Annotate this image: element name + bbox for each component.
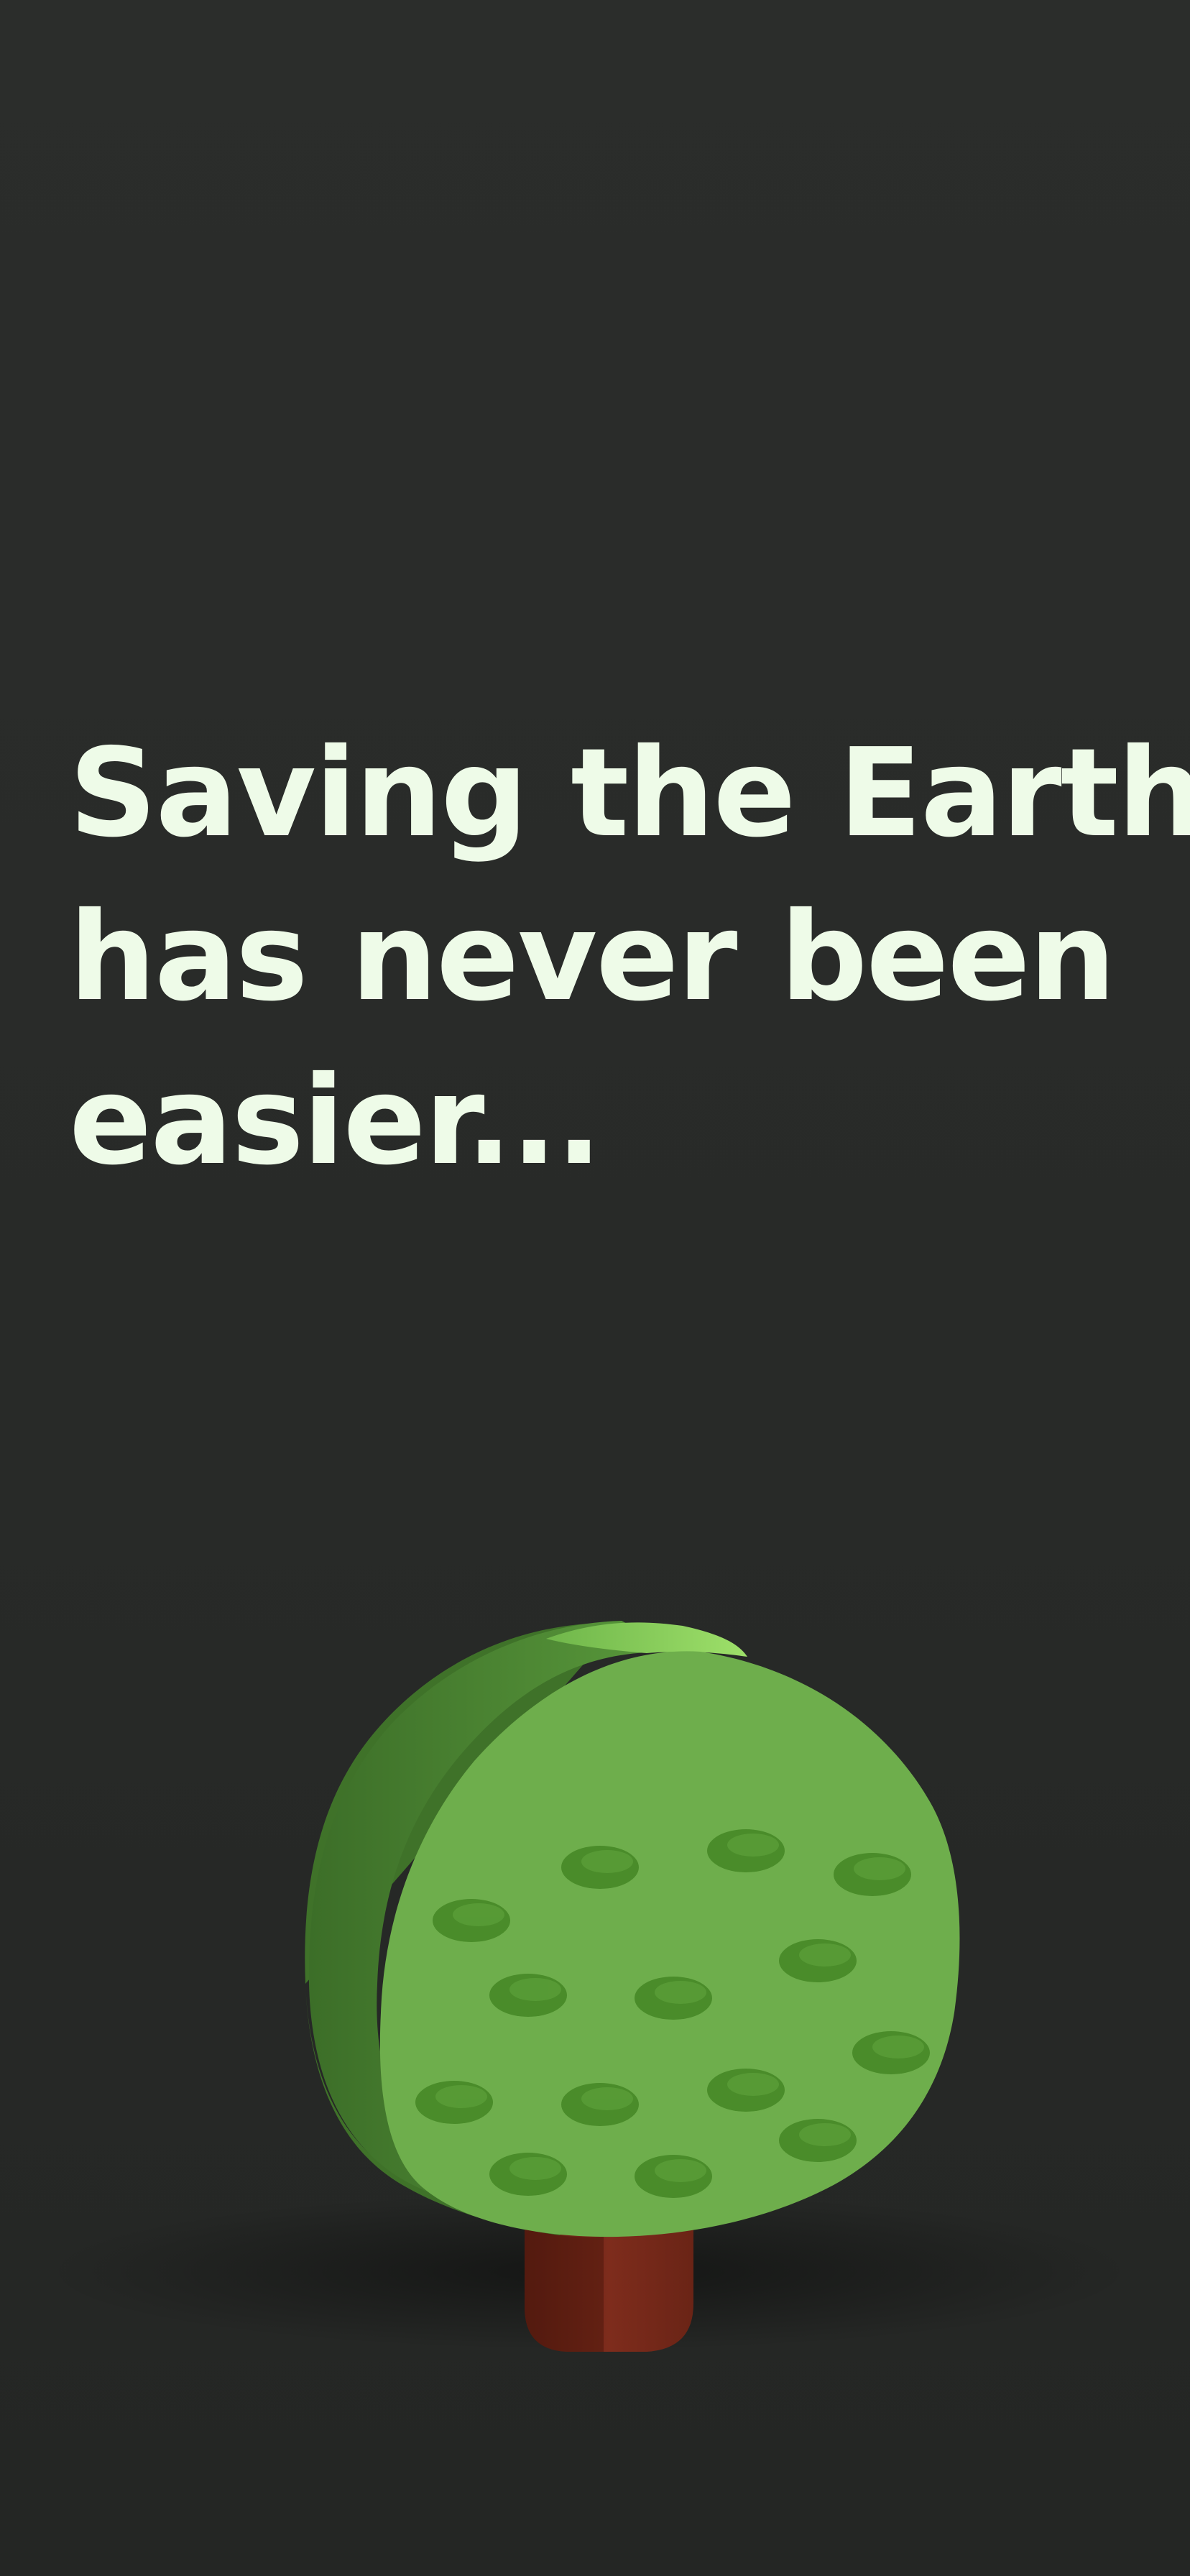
headline-line-1: Saving the Earth: [69, 722, 1190, 865]
onboarding-headline: Saving the Earth has never been easier..…: [69, 712, 1190, 1203]
onboarding-screen: Saving the Earth has never been easier..…: [0, 0, 1190, 2576]
headline-line-2: has never been: [69, 886, 1116, 1029]
headline-line-3: easier...: [69, 1050, 602, 1192]
tree-icon: [43, 1621, 1135, 2352]
